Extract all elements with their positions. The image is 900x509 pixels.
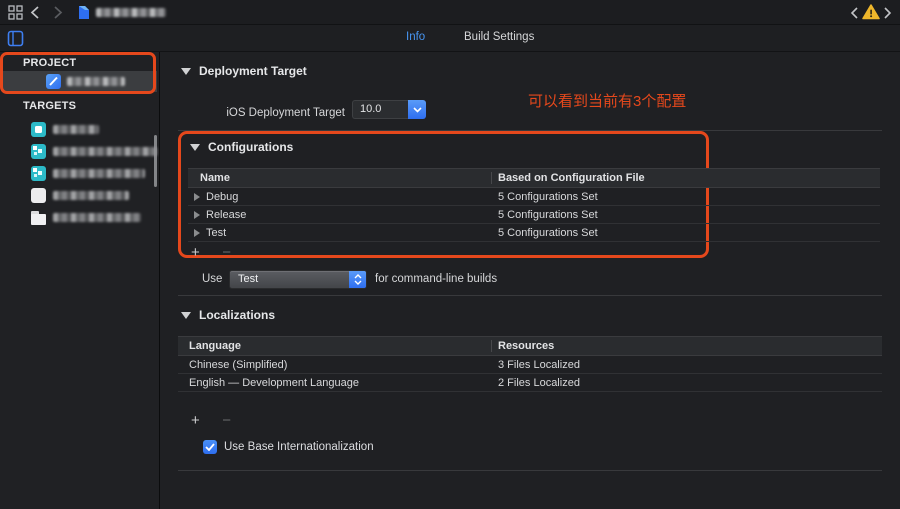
config-based-on: 5 Configurations Set (498, 209, 598, 221)
column-header-based-on[interactable]: Based on Configuration File (498, 172, 645, 184)
localizations-table: Language Resources Chinese (Simplified) … (178, 336, 882, 392)
forward-chevron-icon[interactable] (54, 6, 63, 19)
table-row[interactable]: Debug 5 Configurations Set (188, 188, 880, 206)
sidebar-item-project[interactable] (2, 71, 157, 92)
disclosure-right-icon[interactable] (194, 229, 200, 237)
project-title-redacted[interactable] (96, 8, 166, 17)
project-info-editor: Deployment Target iOS Deployment Target … (161, 52, 900, 509)
section-divider (178, 130, 882, 131)
next-issue-icon[interactable] (884, 7, 892, 19)
target-name-redacted (53, 169, 145, 178)
sidebar-item-target[interactable] (0, 162, 160, 184)
table-header-row: Name Based on Configuration File (188, 168, 880, 188)
disclosure-down-icon[interactable] (181, 68, 191, 75)
table-row[interactable]: Test 5 Configurations Set (188, 224, 880, 242)
warning-icon[interactable] (862, 4, 880, 20)
updown-chevrons-icon[interactable] (349, 271, 366, 288)
command-line-config-popup[interactable]: Test (229, 270, 367, 289)
jump-bar (0, 0, 900, 25)
tab-build-settings[interactable]: Build Settings (464, 31, 534, 43)
checkbox-label: Use Base Internationalization (224, 441, 374, 453)
sidebar-item-target[interactable] (0, 118, 160, 140)
localization-resources: 3 Files Localized (498, 359, 580, 371)
back-chevron-icon[interactable] (30, 6, 39, 19)
ios-deployment-target-combo[interactable]: 10.0 (352, 100, 426, 119)
table-row[interactable]: Release 5 Configurations Set (188, 206, 880, 224)
table-row[interactable]: Chinese (Simplified) 3 Files Localized (178, 356, 882, 374)
target-name-redacted (53, 191, 129, 200)
sidebar-item-target[interactable] (0, 184, 160, 206)
config-name: Test (206, 227, 226, 239)
column-divider[interactable] (491, 340, 492, 352)
target-name-redacted (53, 125, 99, 134)
project-section-header: PROJECT (23, 57, 76, 69)
remove-localization-button[interactable]: − (222, 414, 231, 428)
disclosure-right-icon[interactable] (194, 193, 200, 201)
target-name-redacted (53, 147, 157, 156)
table-row[interactable]: English — Development Language 2 Files L… (178, 374, 882, 392)
target-name-redacted (53, 213, 141, 222)
base-internationalization-row: Use Base Internationalization (203, 440, 374, 454)
section-divider (178, 295, 882, 296)
bundle-target-icon (31, 210, 46, 225)
section-title: Configurations (208, 140, 293, 154)
project-app-icon (46, 74, 61, 89)
project-navigator: PROJECT TARGETS (0, 52, 160, 509)
add-localization-button[interactable]: + (191, 414, 200, 428)
popup-selected-value: Test (230, 271, 349, 288)
chevron-down-icon[interactable] (408, 100, 426, 119)
add-configuration-button[interactable]: + (191, 246, 200, 260)
project-document-icon (78, 5, 90, 20)
previous-issue-icon[interactable] (850, 7, 858, 19)
project-name-redacted (67, 77, 125, 86)
table-header-row: Language Resources (178, 336, 882, 356)
sidebar-item-target[interactable] (0, 140, 160, 162)
column-divider[interactable] (491, 172, 492, 184)
config-based-on: 5 Configurations Set (498, 191, 598, 203)
configurations-table: Name Based on Configuration File Debug 5… (188, 168, 880, 242)
base-internationalization-checkbox[interactable] (203, 440, 217, 454)
column-header-resources[interactable]: Resources (498, 340, 554, 352)
config-name: Debug (206, 191, 238, 203)
disclosure-down-icon[interactable] (190, 144, 200, 151)
targets-section-header: TARGETS (23, 100, 76, 112)
disclosure-right-icon[interactable] (194, 211, 200, 219)
section-title: Deployment Target (199, 64, 307, 78)
column-header-language[interactable]: Language (178, 340, 241, 352)
config-name: Release (206, 209, 246, 221)
section-divider (178, 470, 882, 471)
section-title: Localizations (199, 308, 275, 322)
localization-resources: 2 Files Localized (498, 377, 580, 389)
sidebar-item-target[interactable] (0, 206, 160, 228)
combo-value[interactable]: 10.0 (352, 100, 408, 119)
app-target-icon (31, 122, 46, 137)
test-target-icon (31, 166, 46, 181)
sidebar-toggle-icon[interactable] (7, 30, 24, 47)
use-label: Use (202, 273, 222, 285)
remove-configuration-button[interactable]: − (222, 246, 231, 260)
configurations-section-header[interactable]: Configurations (190, 140, 293, 154)
test-target-icon (31, 144, 46, 159)
annotation-text: 可以看到当前有3个配置 (528, 90, 686, 111)
framework-target-icon (31, 188, 46, 203)
config-based-on: 5 Configurations Set (498, 227, 598, 239)
sidebar-scrollbar[interactable] (154, 135, 157, 187)
column-header-name[interactable]: Name (188, 172, 230, 184)
deployment-target-section-header[interactable]: Deployment Target (181, 64, 307, 78)
localization-language: Chinese (Simplified) (178, 359, 287, 371)
localizations-section-header[interactable]: Localizations (181, 308, 275, 322)
ios-deployment-target-label: iOS Deployment Target (226, 107, 345, 119)
editor-tab-bar: Info Build Settings (0, 25, 900, 52)
related-items-icon[interactable] (8, 5, 23, 20)
disclosure-down-icon[interactable] (181, 312, 191, 319)
command-line-suffix-label: for command-line builds (375, 273, 497, 285)
localization-language: English — Development Language (178, 377, 359, 389)
tab-info[interactable]: Info (406, 31, 425, 43)
